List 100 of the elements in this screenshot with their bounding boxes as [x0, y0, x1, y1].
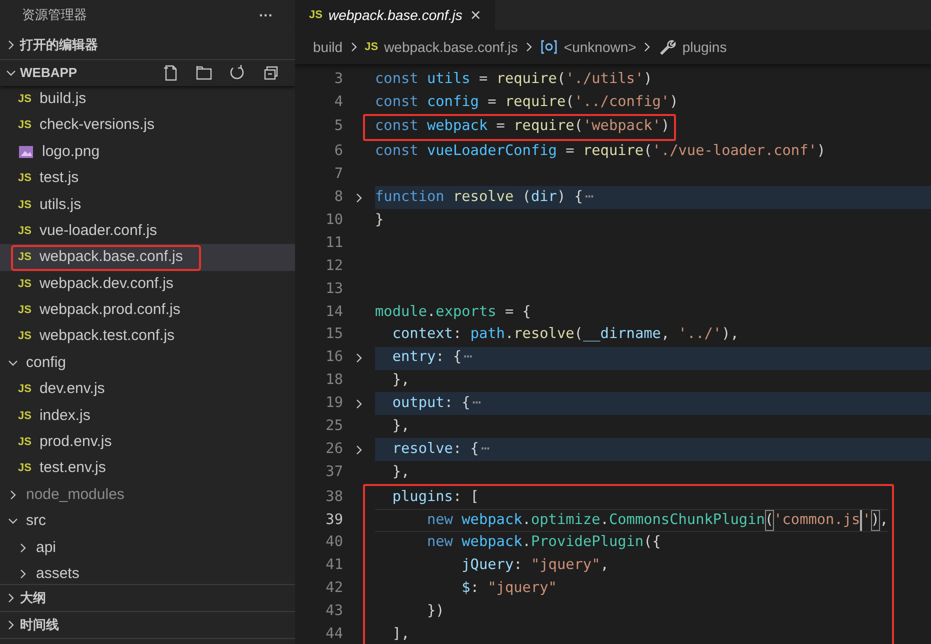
chevron-down-icon[interactable]	[8, 516, 18, 526]
breadcrumb-item[interactable]: plugins	[658, 36, 727, 58]
js-file-icon: JS	[18, 302, 32, 319]
code-line: }	[375, 210, 385, 230]
chevron-right-icon[interactable]	[354, 398, 364, 409]
line-number: 14	[324, 302, 343, 322]
line-number: 19	[324, 394, 343, 414]
section-header[interactable]: 打开的编辑器	[20, 34, 98, 54]
folder-name[interactable]: api	[36, 536, 56, 560]
chevron-right-icon[interactable]	[18, 569, 28, 580]
file-item[interactable]: JS webpack.base.conf.js	[11, 244, 201, 271]
js-file-icon: JS	[18, 381, 32, 398]
line-number: 38	[324, 488, 343, 507]
code-line: },	[391, 462, 411, 482]
file-item[interactable]: JS utils.js	[11, 192, 100, 218]
file-item[interactable]: JS webpack.dev.conf.js	[11, 270, 192, 297]
code-line: const webpack = require('webpack')	[375, 117, 670, 136]
code-line: module.exports = {	[375, 302, 532, 322]
js-file-icon: JS	[18, 196, 32, 213]
file-item[interactable]: JS webpack.prod.conf.js	[11, 297, 198, 324]
line-number: 37	[324, 462, 343, 482]
code-line: context: path.resolve(__dirname, '../'),	[391, 325, 740, 344]
js-file-icon: JS	[18, 276, 32, 292]
code-line: jQuery: "jquery",	[460, 556, 610, 576]
chevron-right-icon[interactable]	[8, 490, 18, 500]
code-line: ],	[391, 625, 411, 644]
file-item[interactable]: JS test.env.js	[11, 456, 124, 482]
code-line: })	[426, 602, 446, 622]
line-number: 4	[333, 92, 343, 112]
code-line: const config = require('../config')	[375, 92, 678, 112]
js-file-icon: JS	[18, 249, 32, 266]
folder-name[interactable]: assets	[36, 562, 80, 584]
line-number: 13	[324, 280, 343, 299]
symbol-braces-icon	[540, 40, 558, 54]
editor-tab[interactable]: JS webpack.base.conf.js ×	[295, 0, 495, 30]
line-number: 43	[324, 602, 343, 622]
more-actions-button[interactable]: ···	[259, 4, 273, 26]
js-file-icon: JS	[18, 328, 32, 345]
wrench-icon	[658, 38, 676, 56]
chevron-right-icon[interactable]	[18, 542, 28, 553]
line-number: 5	[333, 117, 343, 136]
breadcrumb-item[interactable]: JS webpack.base.conf.js	[364, 36, 518, 58]
js-file-icon: JS	[18, 408, 32, 424]
close-button[interactable]: ×	[470, 2, 481, 28]
js-file-icon: JS	[18, 222, 32, 240]
chevron-right-icon[interactable]	[6, 40, 16, 50]
chevron-right-icon[interactable]	[6, 620, 16, 630]
line-number: 7	[333, 165, 343, 184]
line-number: 44	[324, 625, 343, 644]
file-item[interactable]: JS index.js	[11, 402, 108, 429]
line-number: 39	[324, 510, 343, 530]
file-item[interactable]: JS build.js	[11, 86, 104, 112]
line-number: 25	[324, 417, 343, 436]
panel-header[interactable]: 大纲	[20, 588, 46, 608]
chevron-down-icon[interactable]	[6, 68, 16, 78]
code-line: },	[391, 371, 411, 390]
line-number: 18	[324, 371, 343, 390]
js-file-icon: JS	[18, 434, 32, 451]
chevron-right-icon[interactable]	[348, 42, 359, 52]
folder-name[interactable]: config	[26, 352, 66, 374]
code-line: new webpack.ProvidePlugin({	[426, 533, 662, 552]
panel-header[interactable]: 时间线	[20, 615, 59, 635]
chevron-right-icon[interactable]	[354, 353, 364, 364]
js-file-icon: JS	[309, 6, 322, 24]
line-number: 6	[333, 142, 343, 162]
project-header[interactable]: WEBAPP	[20, 63, 158, 83]
line-number: 12	[324, 256, 343, 276]
line-number: 41	[324, 556, 343, 576]
file-item[interactable]: JS webpack.test.conf.js	[11, 324, 193, 350]
folder-name[interactable]: node_modules	[26, 484, 124, 506]
line-number: 42	[324, 579, 343, 598]
chevron-right-icon[interactable]	[642, 42, 652, 52]
line-number: 8	[333, 188, 343, 208]
file-item[interactable]: logo.png	[11, 138, 118, 165]
code-line: const utils = require('./utils')	[375, 70, 654, 89]
file-item[interactable]: JS prod.env.js	[11, 429, 130, 456]
sidebar-title: 资源管理器	[22, 6, 87, 24]
line-number: 16	[324, 348, 343, 368]
chevron-right-icon[interactable]	[354, 444, 364, 455]
file-item[interactable]: JS test.js	[11, 165, 97, 192]
chevron-down-icon[interactable]	[8, 358, 18, 368]
line-number: 15	[324, 325, 343, 344]
line-number: 40	[324, 533, 343, 552]
file-item[interactable]: JS vue-loader.conf.js	[11, 218, 176, 244]
breadcrumb-item[interactable]: <unknown>	[540, 36, 636, 58]
chevron-right-icon[interactable]	[354, 192, 364, 203]
file-item[interactable]: JS check-versions.js	[11, 112, 173, 139]
js-file-icon: JS	[18, 170, 32, 187]
file-item[interactable]: JS dev.env.js	[11, 376, 123, 402]
line-number: 3	[333, 70, 343, 89]
code-line: plugins: [	[391, 488, 480, 507]
chevron-right-icon[interactable]	[524, 42, 534, 52]
js-file-icon: JS	[18, 117, 32, 134]
new-folder-icon[interactable]	[195, 64, 213, 82]
refresh-icon[interactable]	[228, 64, 246, 82]
image-file-icon	[18, 144, 34, 159]
breadcrumb-item[interactable]: build	[313, 36, 343, 58]
js-file-icon: JS	[18, 90, 32, 108]
folder-name[interactable]: src	[26, 510, 46, 533]
chevron-right-icon[interactable]	[6, 593, 16, 603]
